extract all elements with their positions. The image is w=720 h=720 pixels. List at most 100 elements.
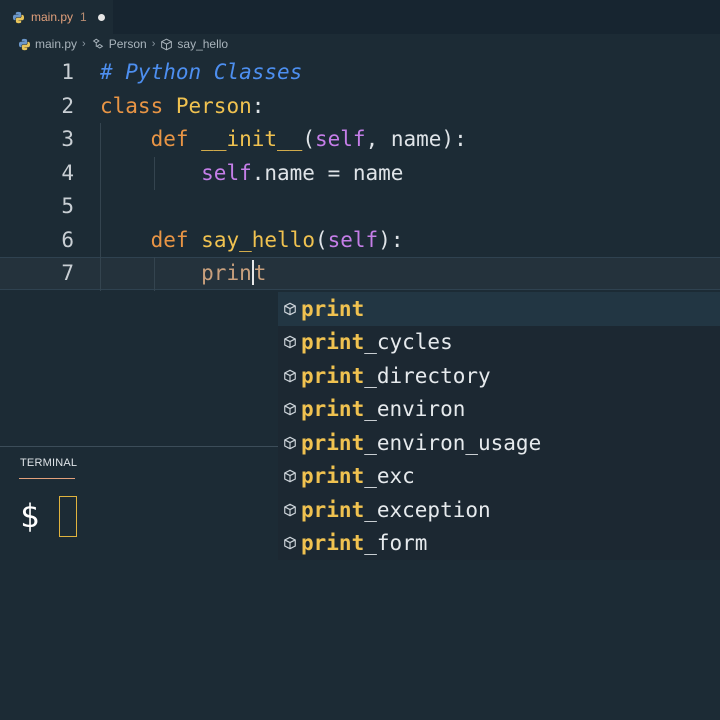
suggestion-item[interactable]: print _exception [278,493,720,527]
chevron-right-icon: › [82,38,86,50]
suggestion-item[interactable]: print _form [278,527,720,561]
code-token: # Python Classes [100,60,303,84]
code-line[interactable]: 4 self.name = name [0,157,720,190]
tab-bar: main.py 1 [0,0,720,34]
breadcrumb-file[interactable]: main.py [18,37,77,51]
code-token: , name): [365,127,467,151]
code-token: ( [314,227,328,252]
suggestion-rest-text: _directory [364,363,491,388]
suggestion-item[interactable]: print [278,292,720,326]
function-cube-icon [284,503,296,517]
code-text: def __init__(self, name): [100,123,467,156]
active-tab-indicator [19,478,75,479]
suggestion-rest-text: _environ [364,397,466,422]
code-line[interactable]: 2 class Person: [0,90,720,123]
editor-window: main.py 1 main.py › Person › say_hello 1… [0,0,720,720]
code-text: # Python Classes [100,56,302,89]
line-number: 7 [61,261,74,285]
code-text: class Person: [100,90,264,123]
breadcrumb-label: Person [108,37,147,51]
breadcrumb-method[interactable]: say_hello [160,37,228,51]
method-cube-icon [161,38,173,50]
breadcrumb-label: main.py [35,37,78,51]
code-token: self [201,160,252,185]
unsaved-dot-icon[interactable] [97,13,105,21]
code-token: class [100,93,164,118]
python-icon [12,11,25,23]
suggestion-match-text: print [301,531,365,556]
code-text: def say_hello(self): [100,224,404,257]
suggestion-item[interactable]: print _directory [278,359,720,393]
chevron-right-icon: › [151,38,156,50]
code-text: print [100,258,266,289]
suggestion-rest-text: _exc [364,464,415,489]
code-line[interactable]: 3 def __init__(self, name): [0,123,720,156]
tab-filename: main.py [31,10,74,24]
code-token: .name = name [251,160,404,185]
breadcrumb-class[interactable]: Person [91,37,147,51]
suggestion-rest-text: _form [364,531,428,556]
function-cube-icon [284,436,296,450]
line-number: 6 [61,227,74,252]
code-token: : [251,93,265,118]
code-line[interactable]: 5 [0,190,720,223]
code-token: self [314,127,366,151]
suggestion-match-text: print [301,430,365,455]
suggestion-item[interactable]: print _environ [278,393,720,427]
suggestion-rest-text: _exception [364,497,491,522]
line-number: 1 [61,60,74,84]
python-icon [18,38,31,50]
function-cube-icon [284,302,296,316]
indent-guide [100,123,101,291]
code-line[interactable]: 7 print [0,257,720,290]
breadcrumb: main.py › Person › say_hello [0,34,720,54]
code-token: __init__ [201,127,303,151]
suggestion-match-text: print [301,296,365,321]
suggestion-item[interactable]: print _cycles [278,326,720,360]
function-cube-icon [284,369,296,383]
code-token: def [150,227,189,252]
suggestion-match-text: print [301,464,365,489]
suggestion-rest-text: _environ_usage [364,430,542,455]
function-cube-icon [284,402,296,416]
code-token: ( [302,127,315,151]
terminal-cursor[interactable] [59,496,77,537]
function-cube-icon [284,335,296,349]
suggestion-item[interactable]: print _exc [278,460,720,494]
tab-terminal[interactable]: TERMINAL [20,457,77,469]
suggestion-match-text: print [301,397,365,422]
code-token: prin [201,261,252,285]
code-token: t [253,261,267,285]
terminal-prompt: $ [20,497,40,535]
code-line[interactable]: 6 def say_hello(self): [0,224,720,257]
autocomplete-dropdown[interactable]: print print _cycles print _directory print _en… [278,292,720,560]
breadcrumb-label: say_hello [177,37,229,51]
code-line[interactable]: 1 # Python Classes [0,56,720,89]
line-number: 2 [61,93,74,118]
problem-count-badge: 1 [80,10,87,24]
code-token: self [327,227,379,252]
code-token: def [150,127,189,151]
suggestion-match-text: print [301,363,365,388]
code-token: say_hello [201,227,315,252]
function-cube-icon [284,536,296,550]
tab-main-py[interactable]: main.py 1 [0,0,113,34]
suggestion-rest-text: _cycles [364,330,453,355]
indent-guide [154,156,155,190]
code-token: ): [378,227,404,252]
class-symbol-icon [92,38,103,49]
suggestion-match-text: print [301,497,365,522]
function-cube-icon [284,469,296,483]
suggestion-item[interactable]: print _environ_usage [278,426,720,460]
line-number: 5 [61,194,74,218]
line-number: 3 [61,127,74,151]
code-text: self.name = name [100,157,403,190]
suggestion-match-text: print [301,330,365,355]
